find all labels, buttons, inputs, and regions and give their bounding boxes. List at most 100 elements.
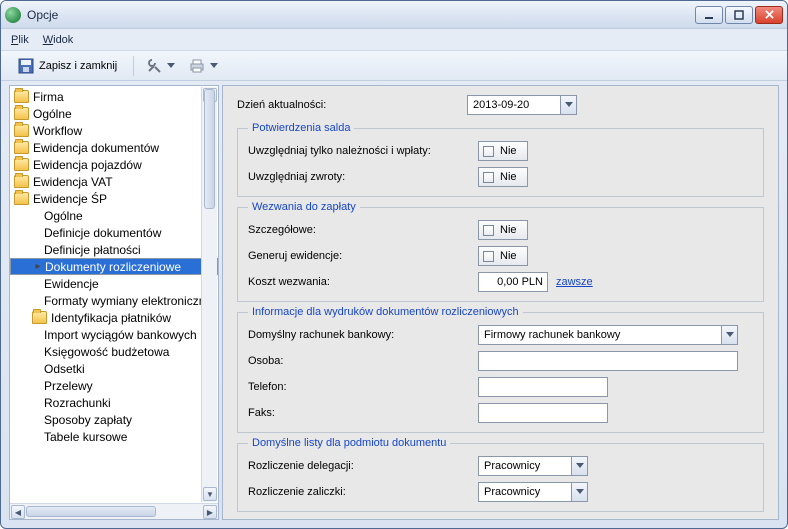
close-button[interactable] — [755, 6, 783, 24]
tree-item-label: Ogólne — [44, 209, 83, 223]
info-faks-input[interactable] — [478, 403, 608, 423]
nav-tree[interactable]: FirmaOgólneWorkflowEwidencja dokumentówE… — [10, 86, 218, 503]
tree-item[interactable]: Definicje płatności — [10, 241, 218, 258]
listy-zalicz-select[interactable]: Pracownicy — [478, 482, 588, 502]
info-bank-value: Firmowy rachunek bankowy — [479, 329, 721, 341]
date-picker[interactable]: 2013-09-20 — [467, 95, 577, 115]
print-button[interactable] — [184, 54, 223, 78]
scroll-thumb[interactable] — [26, 506, 156, 517]
listy-deleg-value: Pracownicy — [479, 460, 571, 472]
scroll-right-button[interactable]: ▶ — [203, 505, 217, 519]
group-info: Informacje dla wydruków dokumentów rozli… — [237, 306, 764, 433]
folder-icon — [14, 107, 29, 120]
tree-item[interactable]: Definicje dokumentów — [10, 224, 218, 241]
tree-item-label: Workflow — [33, 124, 82, 138]
saldo-zwroty-toggle[interactable]: Nie — [478, 167, 528, 187]
tree-item[interactable]: Ewidencja pojazdów — [10, 156, 218, 173]
date-label: Dzień aktualności: — [237, 99, 467, 111]
horizontal-scrollbar[interactable]: ◀ ▶ — [10, 503, 218, 519]
save-and-close-label: Zapisz i zamknij — [39, 60, 117, 72]
group-wezwania-legend: Wezwania do zapłaty — [248, 201, 360, 213]
tree-item[interactable]: Firma — [10, 88, 218, 105]
chevron-down-icon[interactable] — [560, 96, 576, 114]
nav-tree-panel: FirmaOgólneWorkflowEwidencja dokumentówE… — [9, 85, 219, 520]
tree-item[interactable]: Odsetki — [10, 360, 218, 377]
date-value: 2013-09-20 — [468, 99, 560, 111]
save-and-close-button[interactable]: Zapisz i zamknij — [9, 54, 126, 78]
info-bank-select[interactable]: Firmowy rachunek bankowy — [478, 325, 738, 345]
wezw-szcz-toggle[interactable]: Nie — [478, 220, 528, 240]
wezw-koszt-label: Koszt wezwania: — [248, 276, 478, 288]
group-saldo-legend: Potwierdzenia salda — [248, 122, 354, 134]
menu-bar: Plik Widok — [1, 29, 787, 51]
saldo-zwroty-label: Uwzględniaj zwroty: — [248, 171, 478, 183]
toggle-text: Nie — [500, 171, 517, 183]
wezw-koszt-input[interactable] — [478, 272, 548, 292]
maximize-button[interactable] — [725, 6, 753, 24]
toggle-text: Nie — [500, 224, 517, 236]
saldo-nalez-toggle[interactable]: Nie — [478, 141, 528, 161]
folder-icon — [14, 158, 29, 171]
listy-zalicz-value: Pracownicy — [479, 486, 571, 498]
checkbox-icon — [483, 225, 494, 236]
tree-item[interactable]: Ewidencje — [10, 275, 218, 292]
tree-item[interactable]: Tabele kursowe — [10, 428, 218, 445]
listy-deleg-label: Rozliczenie delegacji: — [248, 460, 478, 472]
tools-icon — [146, 58, 162, 74]
tree-item[interactable]: ▸Dokumenty rozliczeniowe — [10, 258, 218, 275]
titlebar: Opcje — [1, 1, 787, 29]
tools-button[interactable] — [141, 54, 180, 78]
wezw-koszt-link[interactable]: zawsze — [556, 276, 593, 288]
tree-item[interactable]: Formaty wymiany elektronicznej — [10, 292, 218, 309]
vertical-scrollbar[interactable]: ▲ ▼ — [201, 87, 217, 502]
group-listy-legend: Domyślne listy dla podmiotu dokumentu — [248, 437, 450, 449]
toggle-text: Nie — [500, 250, 517, 262]
toolbar: Zapisz i zamknij — [1, 51, 787, 81]
wezw-gen-label: Generuj ewidencje: — [248, 250, 478, 262]
settings-form: Dzień aktualności: 2013-09-20 Potwierdze… — [222, 85, 779, 520]
info-osoba-label: Osoba: — [248, 355, 478, 367]
tree-item-label: Przelewy — [44, 379, 93, 393]
menu-file[interactable]: Plik — [11, 34, 29, 46]
tree-item[interactable]: Ogólne — [10, 105, 218, 122]
tree-item[interactable]: Ewidencje ŚP — [10, 190, 218, 207]
tree-item[interactable]: Księgowość budżetowa — [10, 343, 218, 360]
tree-item[interactable]: Rozrachunki — [10, 394, 218, 411]
tree-item-label: Import wyciągów bankowych — [44, 328, 197, 342]
tree-item-label: Ewidencja VAT — [33, 175, 113, 189]
menu-view[interactable]: Widok — [43, 34, 74, 46]
chevron-down-icon[interactable] — [571, 457, 587, 475]
tree-item[interactable]: Ewidencja dokumentów — [10, 139, 218, 156]
tree-item[interactable]: Przelewy — [10, 377, 218, 394]
tree-item-label: Identyfikacja płatników — [51, 311, 171, 325]
scroll-down-button[interactable]: ▼ — [203, 487, 217, 501]
tree-item[interactable]: Ogólne — [10, 207, 218, 224]
folder-icon — [14, 175, 29, 188]
info-faks-label: Faks: — [248, 407, 478, 419]
chevron-down-icon[interactable] — [721, 326, 737, 344]
saldo-nalez-label: Uwzględniaj tylko należności i wpłaty: — [248, 145, 478, 157]
info-tel-input[interactable] — [478, 377, 608, 397]
folder-icon — [14, 141, 29, 154]
tree-item-label: Księgowość budżetowa — [44, 345, 169, 359]
tree-item[interactable]: Ewidencja VAT — [10, 173, 218, 190]
wezw-gen-toggle[interactable]: Nie — [478, 246, 528, 266]
group-wezwania: Wezwania do zapłaty Szczegółowe: Nie Gen… — [237, 201, 764, 302]
toggle-text: Nie — [500, 145, 517, 157]
scroll-thumb[interactable] — [204, 89, 215, 209]
tree-item-label: Ogólne — [33, 107, 72, 121]
tree-item[interactable]: Workflow — [10, 122, 218, 139]
info-tel-label: Telefon: — [248, 381, 478, 393]
info-osoba-input[interactable] — [478, 351, 738, 371]
scroll-left-button[interactable]: ◀ — [11, 505, 25, 519]
chevron-down-icon[interactable] — [571, 483, 587, 501]
tree-item-label: Definicje dokumentów — [44, 226, 161, 240]
tree-item[interactable]: Identyfikacja płatników — [10, 309, 218, 326]
chevron-down-icon — [210, 59, 218, 73]
minimize-button[interactable] — [695, 6, 723, 24]
tree-item-label: Ewidencja dokumentów — [33, 141, 159, 155]
tree-item[interactable]: Import wyciągów bankowych — [10, 326, 218, 343]
tree-item-label: Formaty wymiany elektronicznej — [44, 294, 215, 308]
tree-item[interactable]: Sposoby zapłaty — [10, 411, 218, 428]
listy-deleg-select[interactable]: Pracownicy — [478, 456, 588, 476]
